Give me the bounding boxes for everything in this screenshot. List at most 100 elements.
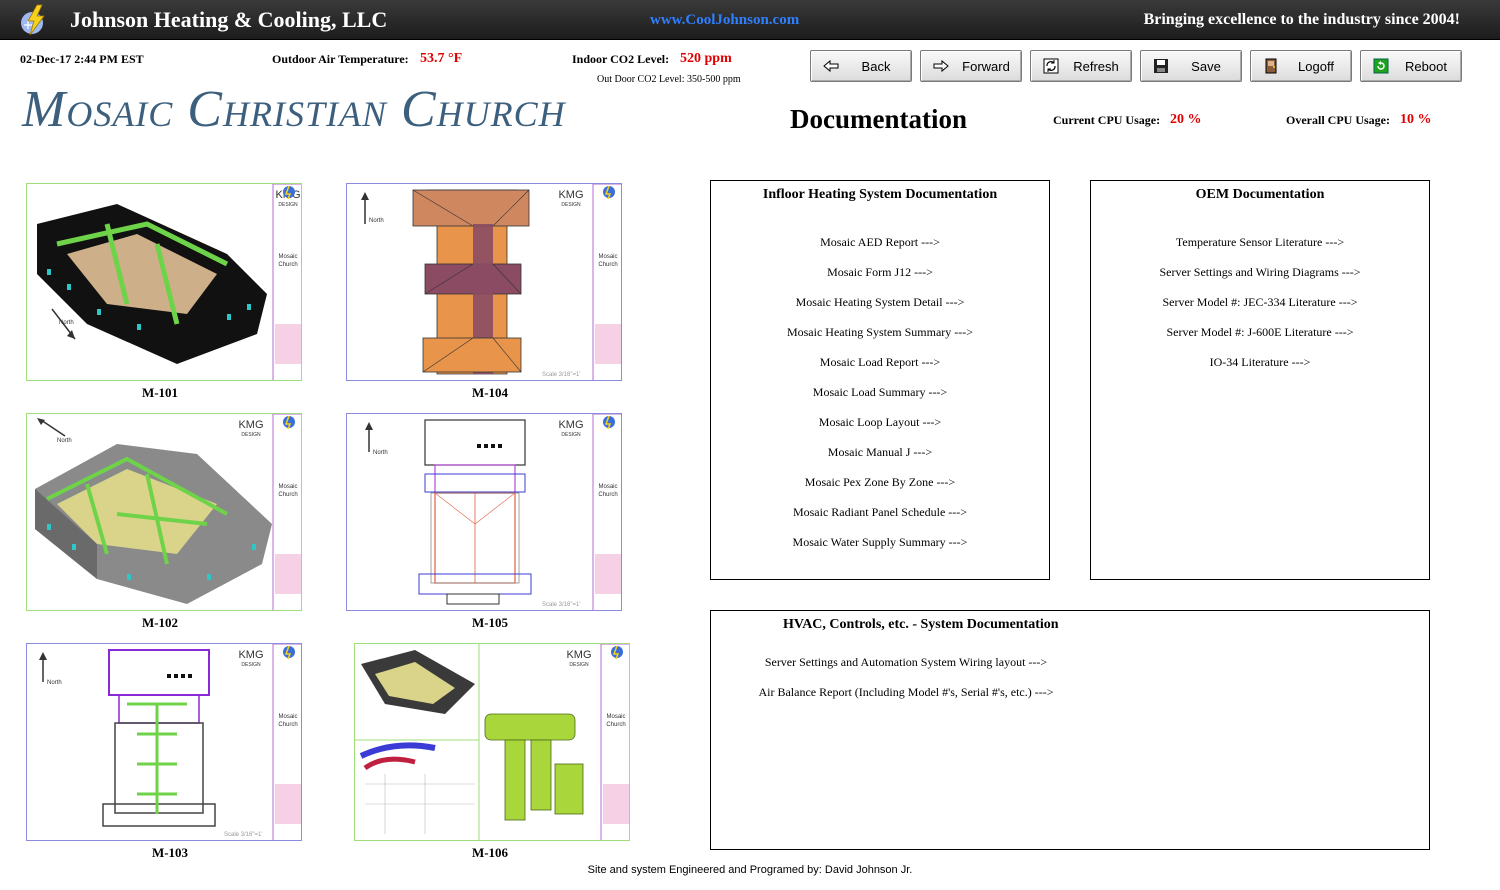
list-item: Server Model #: J-600E Literature --->	[1091, 325, 1429, 355]
site-url-link[interactable]: www.CoolJohnson.com	[650, 12, 799, 29]
title-block-firm: KMG	[558, 189, 583, 201]
list-item: Air Balance Report (Including Model #'s,…	[741, 685, 1071, 715]
drawing-thumbnail-m104[interactable]: North Scale 3/16"=1' KMG DESIGN Mosaic C…	[346, 183, 622, 381]
doc-link-load-summary[interactable]: Mosaic Load Summary --->	[813, 385, 947, 399]
drawing-label-m102[interactable]: M-102	[22, 615, 298, 631]
save-button[interactable]: Save	[1140, 50, 1242, 82]
oem-docs-title: OEM Documentation	[1195, 187, 1325, 202]
drawing-preview-m106: KMG DESIGN Mosaic Church	[355, 644, 629, 840]
list-item: Mosaic Heating System Summary --->	[711, 325, 1049, 355]
doc-link-load-report[interactable]: Mosaic Load Report --->	[820, 355, 940, 369]
doc-link-aed-report[interactable]: Mosaic AED Report --->	[820, 235, 940, 249]
drawing-preview-m103: North Scale 3/16"=1' KMG DESIGN Mosaic C…	[39, 644, 301, 840]
list-item: Mosaic Heating System Detail --->	[711, 295, 1049, 325]
drawing-preview-m102: North KMG DESIGN Mosaic Church	[35, 414, 301, 610]
doc-link-io-34[interactable]: IO-34 Literature --->	[1210, 355, 1311, 369]
forward-button-label: Forward	[962, 59, 1010, 74]
north-label: North	[47, 680, 62, 686]
drawing-label-m106[interactable]: M-106	[352, 845, 628, 861]
doc-link-air-balance[interactable]: Air Balance Report (Including Model #'s,…	[758, 685, 1053, 699]
scale-label: Scale 3/16"=1'	[224, 832, 262, 838]
doc-link-heating-summary[interactable]: Mosaic Heating System Summary --->	[787, 325, 973, 339]
drawing-thumbnail-m101[interactable]: North KMG DESIGN Mosaic Church	[26, 183, 302, 381]
drawing-preview-m104: North Scale 3/16"=1' KMG DESIGN Mosaic C…	[361, 184, 621, 380]
title-block-firm-sub: DESIGN	[569, 662, 589, 668]
reboot-button[interactable]: Reboot	[1360, 50, 1462, 82]
company-tagline: Bringing excellence to the industry sinc…	[1143, 11, 1460, 28]
doc-link-automation-wiring[interactable]: Server Settings and Automation System Wi…	[765, 655, 1047, 669]
drawing-preview-m101: North KMG DESIGN Mosaic Church	[37, 184, 301, 380]
save-button-label: Save	[1191, 59, 1221, 74]
doc-link-loop-layout[interactable]: Mosaic Loop Layout --->	[819, 415, 941, 429]
title-block-project-sub: Church	[278, 492, 297, 498]
drawing-preview-m105: North Scale 3/16"=1' KMG DESIGN Mosaic C…	[365, 414, 621, 610]
refresh-button[interactable]: Refresh	[1030, 50, 1132, 82]
scale-label: Scale 3/16"=1'	[542, 372, 580, 378]
forward-button[interactable]: Forward	[920, 50, 1022, 82]
doc-link-jec-334[interactable]: Server Model #: JEC-334 Literature --->	[1162, 295, 1357, 309]
doc-link-server-wiring[interactable]: Server Settings and Wiring Diagrams --->	[1159, 265, 1360, 279]
drawing-label-m105[interactable]: M-105	[352, 615, 628, 631]
title-block-project-sub: Church	[598, 262, 617, 268]
doc-link-manual-j[interactable]: Mosaic Manual J --->	[828, 445, 932, 459]
hvac-docs-list: Server Settings and Automation System Wi…	[741, 655, 1071, 715]
infloor-docs-panel: Infloor Heating System Documentation Mos…	[710, 180, 1050, 580]
doc-link-form-j12[interactable]: Mosaic Form J12 --->	[827, 265, 933, 279]
list-item: Mosaic Load Report --->	[711, 355, 1049, 385]
doc-link-j-600e[interactable]: Server Model #: J-600E Literature --->	[1166, 325, 1353, 339]
doc-link-heating-detail[interactable]: Mosaic Heating System Detail --->	[796, 295, 965, 309]
title-block-firm: KMG	[238, 419, 263, 431]
oem-docs-panel: OEM Documentation Temperature Sensor Lit…	[1090, 180, 1430, 580]
refresh-button-label: Refresh	[1073, 59, 1119, 74]
north-label: North	[373, 450, 388, 456]
scale-label: Scale 3/16"=1'	[542, 602, 580, 608]
cpu-current-label: Current CPU Usage:	[1053, 113, 1161, 127]
logoff-button-label: Logoff	[1298, 59, 1334, 74]
refresh-icon	[1043, 58, 1059, 74]
company-name: Johnson Heating & Cooling, LLC	[70, 7, 388, 32]
title-block-project-sub: Church	[278, 722, 297, 728]
doc-link-radiant-schedule[interactable]: Mosaic Radiant Panel Schedule --->	[793, 505, 967, 519]
drawing-label-m104[interactable]: M-104	[352, 385, 628, 401]
drawing-thumbnail-m102[interactable]: North KMG DESIGN Mosaic Church	[26, 413, 302, 611]
list-item: Mosaic Radiant Panel Schedule --->	[711, 505, 1049, 535]
outdoor-co2-note: Out Door CO2 Level: 350-500 ppm	[597, 74, 741, 85]
drawing-label-m103[interactable]: M-103	[32, 845, 308, 861]
drawing-thumbnail-m105[interactable]: North Scale 3/16"=1' KMG DESIGN Mosaic C…	[346, 413, 622, 611]
doc-link-water-supply[interactable]: Mosaic Water Supply Summary --->	[793, 535, 968, 549]
drawing-label-m101[interactable]: M-101	[22, 385, 298, 401]
drawing-thumbnail-m103[interactable]: North Scale 3/16"=1' KMG DESIGN Mosaic C…	[26, 643, 302, 841]
list-item: IO-34 Literature --->	[1091, 355, 1429, 385]
logoff-button[interactable]: Logoff	[1250, 50, 1352, 82]
title-block-firm-sub: DESIGN	[241, 432, 261, 438]
list-item: Server Model #: JEC-334 Literature --->	[1091, 295, 1429, 325]
title-block-project: Mosaic	[598, 484, 617, 490]
north-label: North	[59, 320, 74, 326]
list-item: Mosaic Form J12 --->	[711, 265, 1049, 295]
hvac-docs-panel: HVAC, Controls, etc. - System Documentat…	[710, 610, 1430, 850]
drawing-thumbnail-m106[interactable]: KMG DESIGN Mosaic Church	[354, 643, 630, 841]
cpu-overall-value: 10 %	[1400, 112, 1432, 127]
title-block-firm-sub: DESIGN	[561, 432, 581, 438]
list-item: Server Settings and Automation System Wi…	[741, 655, 1071, 685]
church-title: Mosaic Christian Church	[22, 81, 566, 138]
top-banner: Johnson Heating & Cooling, LLC www.CoolJ…	[0, 0, 1500, 40]
hvac-docs-title: HVAC, Controls, etc. - System Documentat…	[783, 617, 1059, 632]
list-item: Mosaic AED Report --->	[711, 235, 1049, 265]
doc-link-temp-sensor[interactable]: Temperature Sensor Literature --->	[1176, 235, 1344, 249]
reboot-icon	[1373, 58, 1389, 74]
footer-credit: Site and system Engineered and Programed…	[587, 864, 913, 876]
title-block-firm: KMG	[558, 419, 583, 431]
back-button-label: Back	[861, 59, 891, 74]
title-block-firm: KMG	[566, 649, 591, 661]
infloor-docs-list: Mosaic AED Report ---> Mosaic Form J12 -…	[711, 235, 1049, 565]
doc-link-pex-zone[interactable]: Mosaic Pex Zone By Zone --->	[805, 475, 955, 489]
title-block-firm-sub: DESIGN	[241, 662, 261, 668]
title-block-firm-sub: DESIGN	[561, 202, 581, 208]
oem-docs-list: Temperature Sensor Literature ---> Serve…	[1091, 235, 1429, 385]
title-block-project-sub: Church	[278, 262, 297, 268]
back-button[interactable]: Back	[810, 50, 912, 82]
outdoor-temp-value: 53.7 °F	[420, 51, 463, 66]
reboot-button-label: Reboot	[1405, 59, 1447, 74]
list-item: Mosaic Manual J --->	[711, 445, 1049, 475]
